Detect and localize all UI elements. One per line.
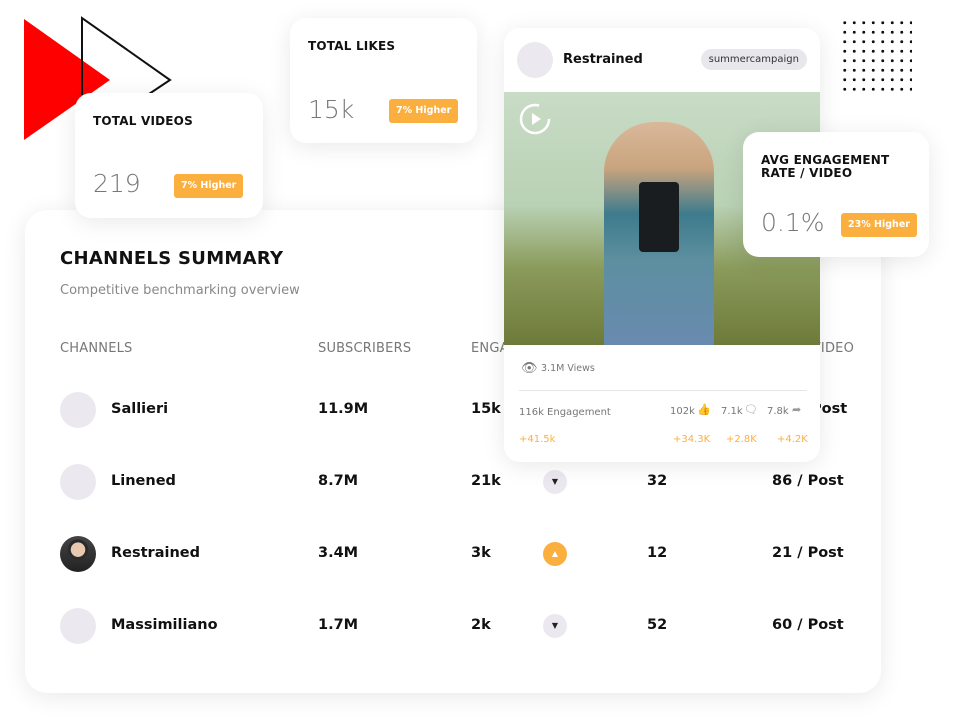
- subscribers: 1.7M: [318, 617, 359, 633]
- header-channels: CHANNELS: [60, 341, 133, 356]
- views-count: 3.1M Views: [541, 363, 595, 374]
- thumbs-up-icon: 👍: [697, 403, 711, 416]
- count: 52: [647, 617, 668, 633]
- table-row[interactable]: Restrained 3.4M 3k ▲ 12 21 / Post: [25, 534, 881, 574]
- engagement-delta: +41.5k: [519, 434, 556, 445]
- stat-badge: 23% Higher: [841, 213, 917, 237]
- engagement: 21k: [471, 473, 501, 489]
- shares-delta: +4.2K: [777, 434, 808, 445]
- avatar: [60, 464, 96, 500]
- engagement: 3k: [471, 545, 491, 561]
- table-row[interactable]: Massimiliano 1.7M 2k ▼ 52 60 / Post: [25, 606, 881, 646]
- subscribers: 3.4M: [318, 545, 359, 561]
- comment-icon: 🗨: [744, 403, 758, 416]
- channel-name: Sallieri: [111, 401, 169, 417]
- channel-name: Restrained: [111, 545, 201, 561]
- stat-value: 15k: [308, 95, 355, 124]
- stat-value: 219: [93, 169, 141, 198]
- eye-icon: 👁: [521, 361, 538, 376]
- avatar: [60, 392, 96, 428]
- per-video: 60 / Post: [772, 617, 844, 633]
- summary-title: CHANNELS SUMMARY: [60, 248, 284, 269]
- subscribers: 11.9M: [318, 401, 369, 417]
- avatar: [60, 608, 96, 644]
- count: 32: [647, 473, 668, 489]
- comments-delta: +2.8K: [726, 434, 757, 445]
- share-icon: ➦: [792, 403, 802, 416]
- per-video: 21 / Post: [772, 545, 844, 561]
- channel-name: Massimiliano: [111, 617, 218, 633]
- dot-grid-decoration: [840, 18, 912, 94]
- trend-up-icon: ▲: [543, 542, 567, 566]
- stat-badge: 7% Higher: [174, 174, 244, 198]
- engagement: 2k: [471, 617, 491, 633]
- stat-title: TOTAL VIDEOS: [93, 114, 193, 128]
- likes-delta: +34.3K: [673, 434, 711, 445]
- avatar-photo: [60, 536, 96, 572]
- total-likes-card: TOTAL LIKES 15k 7% Higher: [290, 18, 477, 143]
- total-videos-card: TOTAL VIDEOS 219 7% Higher: [75, 93, 263, 218]
- subscribers: 8.7M: [318, 473, 359, 489]
- table-row[interactable]: Linened 8.7M 21k ▼ 32 86 / Post: [25, 462, 881, 502]
- shares-count: 7.8k: [767, 406, 789, 417]
- divider: [519, 390, 807, 391]
- engagement: 15k: [471, 401, 501, 417]
- engagement-count: 116k Engagement: [519, 407, 611, 418]
- trend-down-icon: ▼: [543, 614, 567, 638]
- comments-count: 7.1k: [721, 406, 743, 417]
- stat-badge: 7% Higher: [389, 99, 459, 123]
- avatar: [517, 42, 553, 78]
- stat-title: AVG ENGAGEMENT RATE / VIDEO: [761, 153, 890, 180]
- channel-name: Linened: [111, 473, 176, 489]
- avg-engagement-card: AVG ENGAGEMENT RATE / VIDEO 0.1% 23% Hig…: [743, 132, 929, 257]
- header-subscribers: SUBSCRIBERS: [318, 341, 412, 356]
- stat-title: TOTAL LIKES: [308, 39, 396, 53]
- stat-value: 0.1%: [761, 208, 825, 237]
- trend-down-icon: ▼: [543, 470, 567, 494]
- video-play-icon[interactable]: [518, 102, 552, 136]
- hashtag-pill[interactable]: summercampaign: [700, 49, 807, 70]
- per-video: 86 / Post: [772, 473, 844, 489]
- post-channel-name: Restrained: [563, 52, 643, 67]
- count: 12: [647, 545, 668, 561]
- likes-count: 102k: [670, 406, 695, 417]
- summary-subtitle: Competitive benchmarking overview: [60, 283, 300, 298]
